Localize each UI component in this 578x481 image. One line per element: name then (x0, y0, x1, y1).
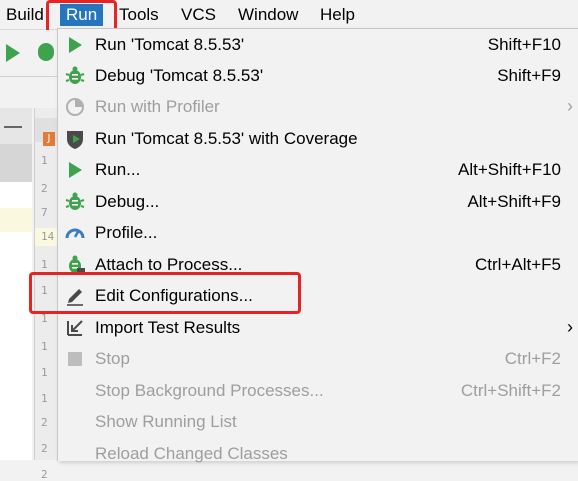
menu-item-label: Debug... (95, 192, 160, 211)
menu-item-label: Run 'Tomcat 8.5.53' with Coverage (95, 129, 358, 148)
project-panel (0, 108, 32, 460)
menu-item-show-running-list: Show Running List (58, 406, 578, 437)
minimize-icon[interactable] (4, 126, 22, 128)
line-number: 2 (41, 442, 48, 455)
run-icon (64, 34, 86, 56)
menu-run[interactable]: Run (60, 4, 104, 26)
menu-build[interactable]: Build (0, 4, 50, 26)
debug-icon (64, 191, 86, 213)
submenu-arrow-icon: › (567, 317, 573, 337)
main-menu-bar: Build Run Tools VCS Window Help (0, 0, 578, 30)
edit-icon (64, 285, 86, 307)
menu-item-shortcut: Alt+Shift+F9 (467, 192, 561, 211)
stop-icon (64, 348, 86, 370)
line-number: 1 (41, 366, 48, 379)
menu-item-label: Attach to Process... (95, 255, 243, 274)
coverage-icon (64, 128, 86, 150)
menu-item-edit-configurations[interactable]: Edit Configurations... (58, 280, 578, 311)
menu-item-label: Profile... (95, 223, 158, 242)
profiler-icon (64, 96, 86, 118)
menu-item-reload-changed-classes: Reload Changed Classes (58, 438, 578, 469)
line-number: 1 (41, 258, 48, 271)
menu-tools[interactable]: Tools (113, 4, 165, 26)
menu-item-import-test-results[interactable]: Import Test Results › (58, 312, 578, 343)
line-number: 2 (41, 416, 48, 429)
run-icon (64, 159, 86, 181)
menu-item-label: Show Running List (95, 412, 237, 431)
menu-item-label: Debug 'Tomcat 8.5.53' (95, 66, 264, 85)
debug-icon[interactable] (38, 43, 54, 61)
attach-icon (64, 254, 86, 276)
menu-item-run-tomcat-8-5-53-with-coverage[interactable]: Run 'Tomcat 8.5.53' with Coverage (58, 123, 578, 154)
menu-item-label: Run with Profiler (95, 97, 220, 116)
menu-item-label: Stop Background Processes... (95, 381, 324, 400)
menu-item-run-tomcat-8-5-53[interactable]: Run 'Tomcat 8.5.53' Shift+F10 (58, 29, 578, 60)
line-number: 7 (41, 206, 48, 219)
menu-item-debug-tomcat-8-5-53[interactable]: Debug 'Tomcat 8.5.53' Shift+F9 (58, 60, 578, 91)
menu-item-shortcut: Shift+F9 (497, 66, 561, 85)
menu-item-profile[interactable]: Profile... (58, 217, 578, 248)
toolbar (0, 30, 60, 77)
submenu-arrow-icon: › (567, 96, 573, 116)
line-number: 1 (41, 154, 48, 167)
editor-gutter: J 1 2 7 14 1 1 1 1 1 1 2 2 2 (34, 108, 59, 481)
line-number: 1 (41, 284, 48, 297)
menu-item-run[interactable]: Run... Alt+Shift+F10 (58, 154, 578, 185)
menu-item-shortcut: Shift+F10 (487, 35, 561, 54)
run-icon[interactable] (6, 44, 20, 62)
menu-window[interactable]: Window (232, 4, 304, 26)
menu-item-stop: Stop Ctrl+F2 (58, 343, 578, 374)
menu-item-label: Import Test Results (95, 318, 241, 337)
line-number: 14 (41, 230, 55, 243)
menu-item-label: Run... (95, 160, 141, 179)
profile-icon (64, 222, 86, 244)
line-number: 1 (41, 312, 48, 325)
import-icon (64, 317, 86, 339)
highlighted-row (0, 208, 32, 232)
run-menu-dropdown: Run 'Tomcat 8.5.53' Shift+F10 Debug 'Tomca… (57, 28, 578, 463)
menu-item-shortcut: Ctrl+Alt+F5 (475, 255, 561, 274)
line-number: 1 (41, 392, 48, 405)
menu-item-debug[interactable]: Debug... Alt+Shift+F9 (58, 186, 578, 217)
line-number: 2 (41, 468, 48, 481)
menu-item-label: Stop (95, 349, 130, 368)
line-number: 2 (41, 182, 48, 195)
menu-item-shortcut: Ctrl+F2 (504, 349, 561, 368)
menu-item-shortcut: Alt+Shift+F10 (457, 160, 561, 179)
line-number: 1 (41, 340, 48, 353)
menu-item-stop-background-processes: Stop Background Processes... Ctrl+Shift+F… (58, 375, 578, 406)
debug-icon (64, 65, 86, 87)
menu-vcs[interactable]: VCS (175, 4, 222, 26)
panel-header (0, 108, 32, 144)
menu-item-label: Run 'Tomcat 8.5.53' (95, 35, 245, 54)
menu-item-label: Reload Changed Classes (95, 444, 288, 463)
menu-item-label: Edit Configurations... (95, 286, 253, 305)
menu-item-run-with-profiler: Run with Profiler › (58, 91, 578, 122)
menu-item-attach-to-process[interactable]: Attach to Process... Ctrl+Alt+F5 (58, 249, 578, 280)
selected-row (0, 144, 32, 182)
menu-item-shortcut: Ctrl+Shift+F2 (460, 381, 561, 400)
menu-help[interactable]: Help (314, 4, 361, 26)
editor-tab[interactable]: J (35, 118, 59, 146)
java-file-icon: J (43, 132, 55, 146)
